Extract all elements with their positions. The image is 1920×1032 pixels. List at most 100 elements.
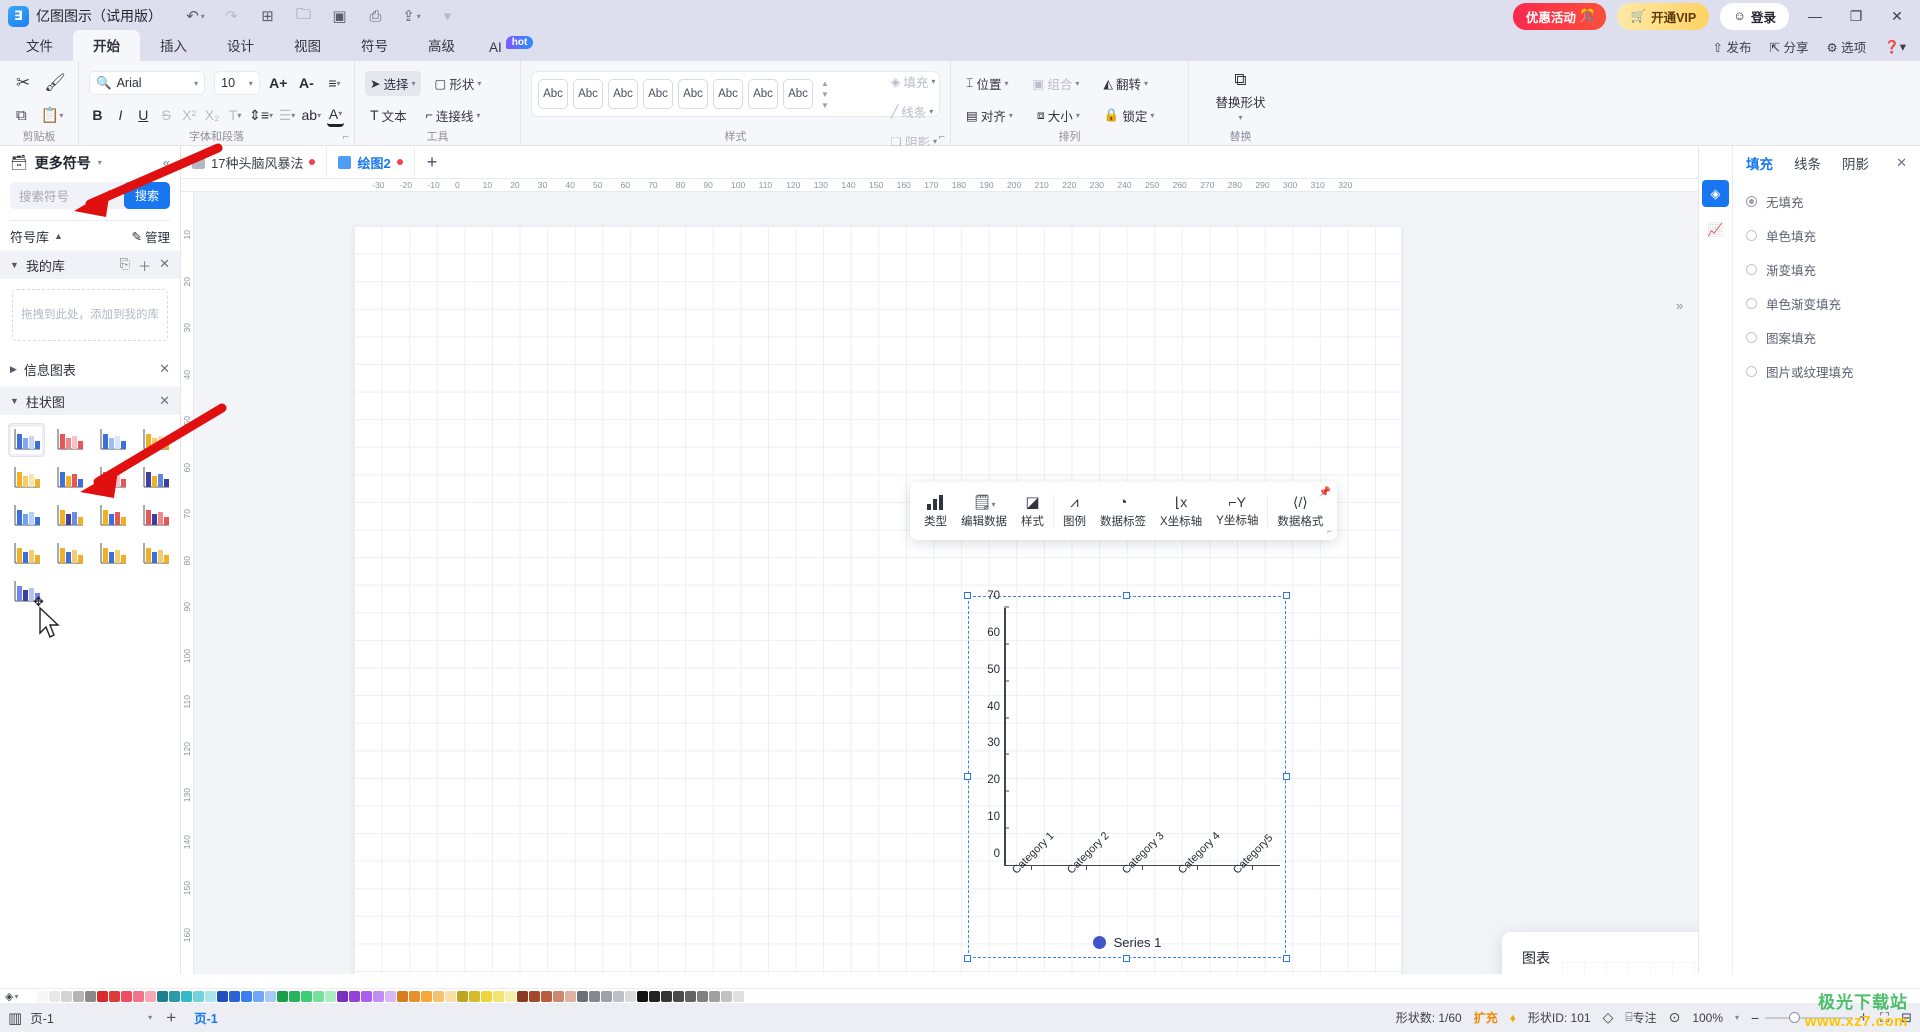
options-button[interactable]: ⚙ 选项 [1826,37,1866,56]
data-label-button[interactable]: ◔ 数据标签 [1093,490,1153,533]
color-swatch[interactable] [49,990,60,1002]
style-swatch[interactable]: Abc [713,79,743,109]
grow-font-icon[interactable]: A+ [269,72,288,95]
color-swatch[interactable] [193,990,204,1002]
color-swatch[interactable] [541,990,552,1002]
color-swatch[interactable] [289,990,300,1002]
export-icon[interactable]: ⇪ ▾ [402,7,421,26]
add-page-button[interactable]: + [160,1008,182,1028]
color-swatch[interactable] [517,990,528,1002]
vip-button[interactable]: 🛒 开通VIP [1617,2,1710,30]
symbol-thumbnail[interactable] [8,423,45,457]
style-swatch[interactable]: Abc [538,79,568,109]
manage-button[interactable]: ✎ 管理 [132,227,171,246]
window-minimize-button[interactable]: — [1800,3,1830,29]
symbol-thumbnail[interactable] [51,537,88,571]
x-axis-button[interactable]: ⌊x X坐标轴 [1153,490,1209,533]
tab-shadow[interactable]: 阴影 [1842,153,1869,173]
ribbon-tab-insert[interactable]: 插入 [140,30,207,61]
ribbon-tab-design[interactable]: 设计 [207,30,274,61]
color-swatch[interactable] [109,990,120,1002]
color-swatch[interactable] [181,990,192,1002]
vertical-ruler[interactable]: 1020304050607080901001101201301401501601… [181,192,194,974]
more-icon[interactable]: ▾ [438,7,457,26]
document-tab-1[interactable]: 17种头脑风暴法 [181,146,328,179]
fullwidth-icon[interactable]: ⊟ [1901,1010,1912,1026]
cut-icon[interactable]: ✂ [16,73,30,93]
color-swatch[interactable] [229,990,240,1002]
zoom-slider-knob[interactable] [1789,1011,1801,1023]
window-restore-button[interactable]: ❐ [1841,3,1871,29]
color-swatch[interactable] [337,990,348,1002]
color-swatch[interactable] [145,990,156,1002]
fill-button[interactable]: ◈ 填充 ▾ [886,69,942,94]
color-swatch[interactable] [253,990,264,1002]
radio-icon[interactable] [1746,331,1757,343]
symbol-thumbnail[interactable] [51,461,88,495]
undo-icon[interactable]: ↶ ▾ [186,7,205,26]
ribbon-tab-symbol[interactable]: 符号 [341,30,408,61]
line-spacing-icon[interactable]: ⇕≡ ▾ [249,104,273,127]
help-icon[interactable]: ❓▾ [1884,39,1906,55]
ribbon-tab-ai[interactable]: AI hot [475,35,553,61]
zoom-in-button[interactable]: + [1859,1009,1868,1026]
color-swatch[interactable] [637,990,648,1002]
import-icon[interactable]: ⎘ [120,256,130,275]
chevron-down-icon[interactable]: ▾ [1735,1013,1739,1022]
ribbon-tab-file[interactable]: 文件 [6,30,73,61]
chevron-down-icon[interactable]: ▾ [1238,113,1242,122]
fill-bucket-icon[interactable]: ◈ [1702,180,1729,207]
color-swatch[interactable] [241,990,252,1002]
color-swatch[interactable] [661,990,672,1002]
close-icon[interactable]: ✕ [1896,155,1907,171]
symbol-thumbnail[interactable] [8,499,45,533]
close-icon[interactable]: ✕ [159,393,170,409]
symbol-thumbnail[interactable] [94,423,131,457]
font-size-select[interactable]: 10 ▾ [214,71,260,95]
color-swatch[interactable] [553,990,564,1002]
open-icon[interactable]: 🗀 [294,6,313,26]
color-swatch[interactable] [625,990,636,1002]
symbol-group-my-library[interactable]: ▼ 我的库 ⎘ ＋ ✕ [0,251,180,279]
page-view-icon[interactable]: ▥ [8,1009,22,1027]
resize-icon[interactable]: ⌐ [1327,526,1332,536]
font-dialog-launcher-icon[interactable]: ⌐ [343,131,349,143]
color-swatch[interactable] [697,990,708,1002]
radio-icon[interactable] [1746,365,1757,377]
subscript-icon[interactable]: X₂ [204,104,221,127]
radio-icon[interactable] [1746,297,1757,309]
my-library-dropzone[interactable]: 拖拽到此处，添加到我的库 [12,289,168,341]
color-swatch[interactable] [469,990,480,1002]
bullet-list-icon[interactable]: ☰ ▾ [279,104,296,127]
edit-data-button[interactable]: 🗒▾ 编辑数据 [954,489,1014,533]
close-icon[interactable]: ✕ [159,256,170,275]
close-icon[interactable]: ✕ [159,361,170,377]
radio-icon[interactable] [1746,195,1757,207]
style-swatch[interactable]: Abc [573,79,603,109]
color-swatch[interactable] [721,990,732,1002]
color-swatch[interactable] [601,990,612,1002]
color-swatch[interactable] [649,990,660,1002]
symbol-thumbnail[interactable] [94,461,131,495]
color-swatch[interactable] [673,990,684,1002]
strikethrough-icon[interactable]: S [158,104,175,127]
color-swatch[interactable] [217,990,228,1002]
color-swatch[interactable] [121,990,132,1002]
present-icon[interactable]: ⊙ [1669,1009,1681,1026]
color-swatch[interactable] [577,990,588,1002]
tab-fill[interactable]: 填充 [1746,153,1773,173]
color-swatch[interactable] [613,990,624,1002]
y-axis-button[interactable]: ⌐Y Y坐标轴 [1209,490,1265,532]
chart-icon[interactable]: 📈 [1702,216,1729,243]
add-document-tab-button[interactable]: + [415,152,450,173]
color-swatch[interactable] [433,990,444,1002]
text-effect-icon[interactable]: T ▾ [227,104,244,127]
chart-style-button[interactable]: ◪ 样式 [1014,489,1051,533]
color-swatches[interactable] [25,990,757,1002]
tool-connector-button[interactable]: ⌐ 连接线 ▾ [421,103,486,128]
fill-color-icon[interactable]: ◈ ▾ [5,990,25,1003]
italic-icon[interactable]: I [112,104,129,127]
expand-button[interactable]: 扩充 [1474,1009,1498,1026]
color-swatch[interactable] [373,990,384,1002]
legend-button[interactable]: ⩘ 图例 [1056,490,1093,533]
